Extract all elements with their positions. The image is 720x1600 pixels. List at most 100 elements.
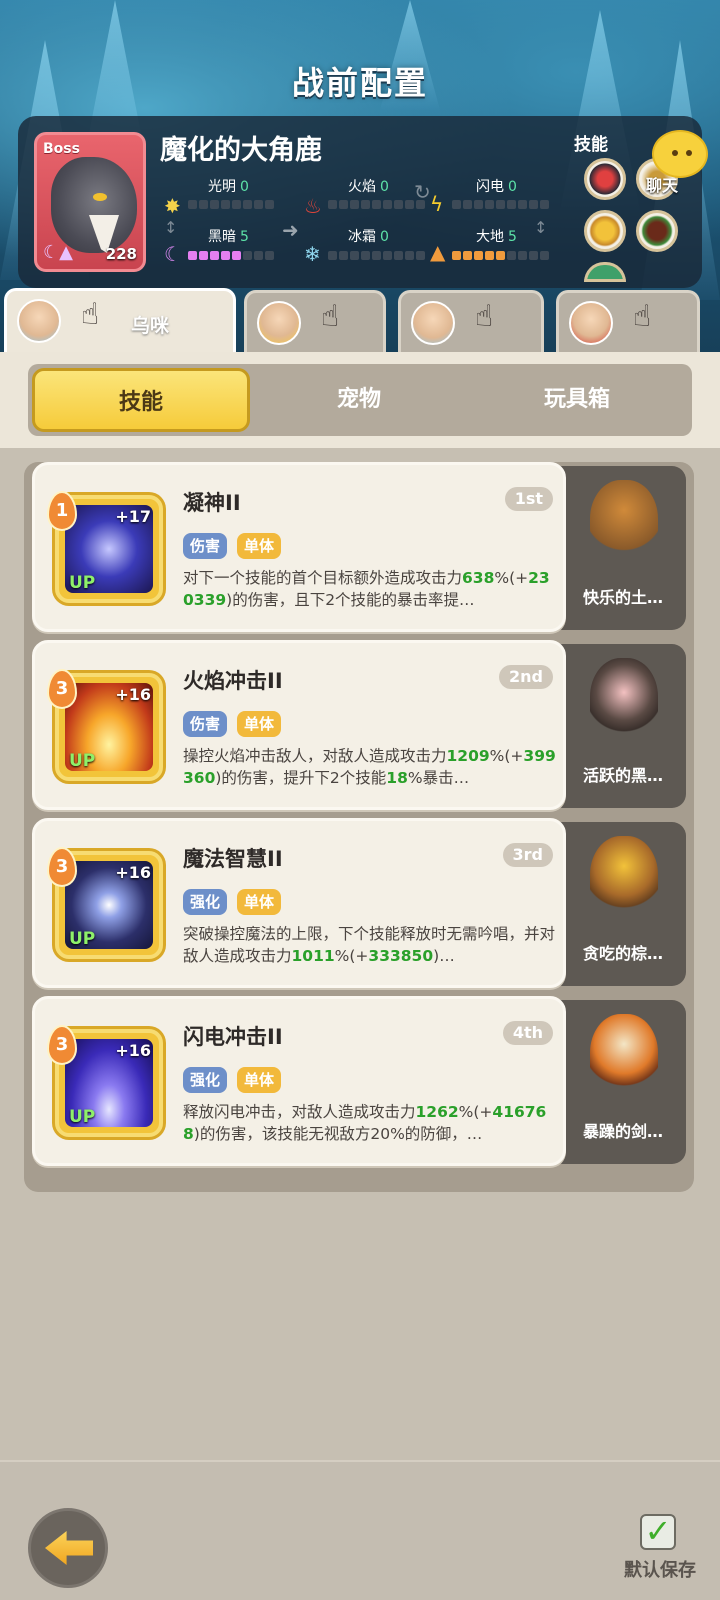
cycle-arrow-icon: ↕ xyxy=(534,218,548,237)
hero-avatar xyxy=(411,301,455,345)
hero-avatar xyxy=(569,301,613,345)
pet-slot-1[interactable]: 快乐的土… xyxy=(560,466,686,630)
skill-card-2[interactable]: +16 UP 3 火焰冲击II 2nd 伤害 单体 操控火焰冲击敌人，对敌人造成… xyxy=(32,640,566,810)
skill-description: 突破操控魔法的上限，下个技能释放时无需吟唱，并对敌人造成攻击力1011%(+33… xyxy=(183,925,556,965)
page-title: 战前配置 xyxy=(291,64,428,102)
boss-skill-icon[interactable] xyxy=(636,210,678,252)
skill-up-label: UP xyxy=(69,929,96,949)
hand-pointer-icon: ☝ xyxy=(321,299,340,334)
skill-order-badge: 4th xyxy=(502,1021,553,1045)
hero-tab-4[interactable]: ☝ xyxy=(556,290,700,354)
chat-label[interactable]: 聊天 xyxy=(646,172,678,196)
pet-figure xyxy=(590,1014,658,1100)
skill-plus-level: +16 xyxy=(115,1041,151,1060)
pet-slot-2[interactable]: 活跃的黑… xyxy=(560,644,686,808)
fire-icon: ♨ xyxy=(304,194,322,218)
boss-portrait[interactable]: Boss ☾▲ 228 xyxy=(34,132,146,272)
skill-order-badge: 3rd xyxy=(502,843,553,867)
skill-tag-type: 强化 xyxy=(183,889,228,915)
default-save-label[interactable]: 默认保存 xyxy=(624,1556,696,1582)
boss-name: 魔化的大角鹿 xyxy=(160,135,322,166)
tab-toybox[interactable]: 玩具箱 xyxy=(468,368,686,432)
boss-tag: Boss xyxy=(43,141,80,157)
skill-description: 释放闪电冲击，对敌人造成攻击力1262%(+416768)的伤害，该技能无视敌方… xyxy=(183,1103,547,1143)
pet-figure xyxy=(590,836,658,922)
hero-tab-2[interactable]: ☝ xyxy=(244,290,386,354)
skill-list: 快乐的土… +17 UP 1 凝神II 1st 伤害 单体 对下一个技能的首个目… xyxy=(24,462,694,1192)
lightning-icon: ϟ xyxy=(430,192,444,216)
moon-icon: ☾▲ xyxy=(43,242,73,263)
frost-icon: ❄ xyxy=(304,242,321,266)
element-bar-light xyxy=(188,200,274,209)
pet-name: 暴躁的剑… xyxy=(582,1122,663,1141)
hand-pointer-icon: ☝ xyxy=(81,297,100,332)
skill-card-4[interactable]: +16 UP 3 闪电冲击II 4th 强化 单体 释放闪电冲击，对敌人造成攻击… xyxy=(32,996,566,1166)
skill-tag-target: 单体 xyxy=(237,533,282,559)
hero-tab-3[interactable]: ☝ xyxy=(398,290,544,354)
skill-tag-type: 强化 xyxy=(183,1067,228,1093)
skill-cost-badge: 1 xyxy=(47,491,77,531)
element-bar-lightning xyxy=(452,200,549,209)
pet-figure xyxy=(590,480,658,566)
hand-pointer-icon: ☝ xyxy=(633,299,652,334)
skill-plus-level: +16 xyxy=(115,863,151,882)
boss-skill-icon[interactable] xyxy=(584,210,626,252)
light-icon: ✸ xyxy=(164,194,181,218)
skill-title: 魔法智慧II xyxy=(183,847,283,871)
pet-slot-4[interactable]: 暴躁的剑… xyxy=(560,1000,686,1164)
skill-tag-target: 单体 xyxy=(237,889,282,915)
segment-tabs: 技能 宠物 玩具箱 xyxy=(28,364,692,436)
skill-tag-target: 单体 xyxy=(237,1067,282,1093)
skill-description: 操控火焰冲击敌人，对敌人造成攻击力1209%(+399360)的伤害，提升下2个… xyxy=(183,747,556,787)
skill-plus-level: +16 xyxy=(115,685,151,704)
bottom-bar xyxy=(0,1460,720,1600)
pet-name: 快乐的土… xyxy=(582,588,663,607)
skill-title: 凝神II xyxy=(183,491,241,515)
arrow-right-icon: ➜ xyxy=(282,218,299,242)
skill-up-label: UP xyxy=(69,573,96,593)
cycle-arrow-icon: ↻ xyxy=(414,180,431,204)
hand-pointer-icon: ☝ xyxy=(475,299,494,334)
skill-up-label: UP xyxy=(69,751,96,771)
pet-slot-3[interactable]: 贪吃的棕… xyxy=(560,822,686,986)
element-bar-earth xyxy=(452,251,549,260)
boss-deer-image xyxy=(51,157,137,253)
skill-order-badge: 2nd xyxy=(499,665,553,689)
skill-description: 对下一个技能的首个目标额外造成攻击力638%(+230339)的伤害，且下2个技… xyxy=(183,569,550,609)
pet-name: 活跃的黑… xyxy=(582,766,663,785)
boss-eye xyxy=(93,193,107,201)
hero-tab-1[interactable]: ☝ 乌咪 xyxy=(4,288,236,356)
cycle-arrow-icon: ↕ xyxy=(164,218,178,237)
earth-icon: ▲ xyxy=(430,240,446,264)
element-bar-fire xyxy=(328,200,425,209)
skill-tag-type: 伤害 xyxy=(183,533,228,559)
boss-skill-icon[interactable] xyxy=(584,158,626,200)
skill-tag-type: 伤害 xyxy=(183,711,228,737)
skill-title: 闪电冲击II xyxy=(183,1025,283,1049)
skill-up-label: UP xyxy=(69,1107,96,1127)
element-label: 光明 0 xyxy=(208,179,249,195)
chat-emoji-icon[interactable] xyxy=(652,130,708,178)
skill-cost-badge: 3 xyxy=(47,669,77,709)
skill-cost-badge: 3 xyxy=(47,1025,77,1065)
back-arrow-icon xyxy=(45,1531,93,1565)
default-save-checkbox[interactable]: ✓ xyxy=(640,1514,676,1550)
skill-cost-badge: 3 xyxy=(47,847,77,887)
tab-skills[interactable]: 技能 xyxy=(32,368,250,432)
boss-level: 228 xyxy=(105,245,137,263)
element-bar-frost xyxy=(328,251,425,260)
tab-pets[interactable]: 宠物 xyxy=(250,368,468,432)
skill-tag-target: 单体 xyxy=(237,711,282,737)
skill-title: 火焰冲击II xyxy=(183,669,283,693)
pet-name: 贪吃的棕… xyxy=(582,944,663,963)
boss-skills-label: 技能 xyxy=(574,135,608,155)
skill-order-badge: 1st xyxy=(504,487,553,511)
skill-card-1[interactable]: +17 UP 1 凝神II 1st 伤害 单体 对下一个技能的首个目标额外造成攻… xyxy=(32,462,566,632)
dark-icon: ☾ xyxy=(164,242,182,266)
skill-plus-level: +17 xyxy=(115,507,151,526)
hero-name: 乌咪 xyxy=(131,315,170,337)
skill-card-3[interactable]: +16 UP 3 魔法智慧II 3rd 强化 单体 突破操控魔法的上限，下个技能… xyxy=(32,818,566,988)
back-button[interactable] xyxy=(28,1508,108,1588)
hero-avatar xyxy=(257,301,301,345)
pet-figure xyxy=(590,658,658,744)
